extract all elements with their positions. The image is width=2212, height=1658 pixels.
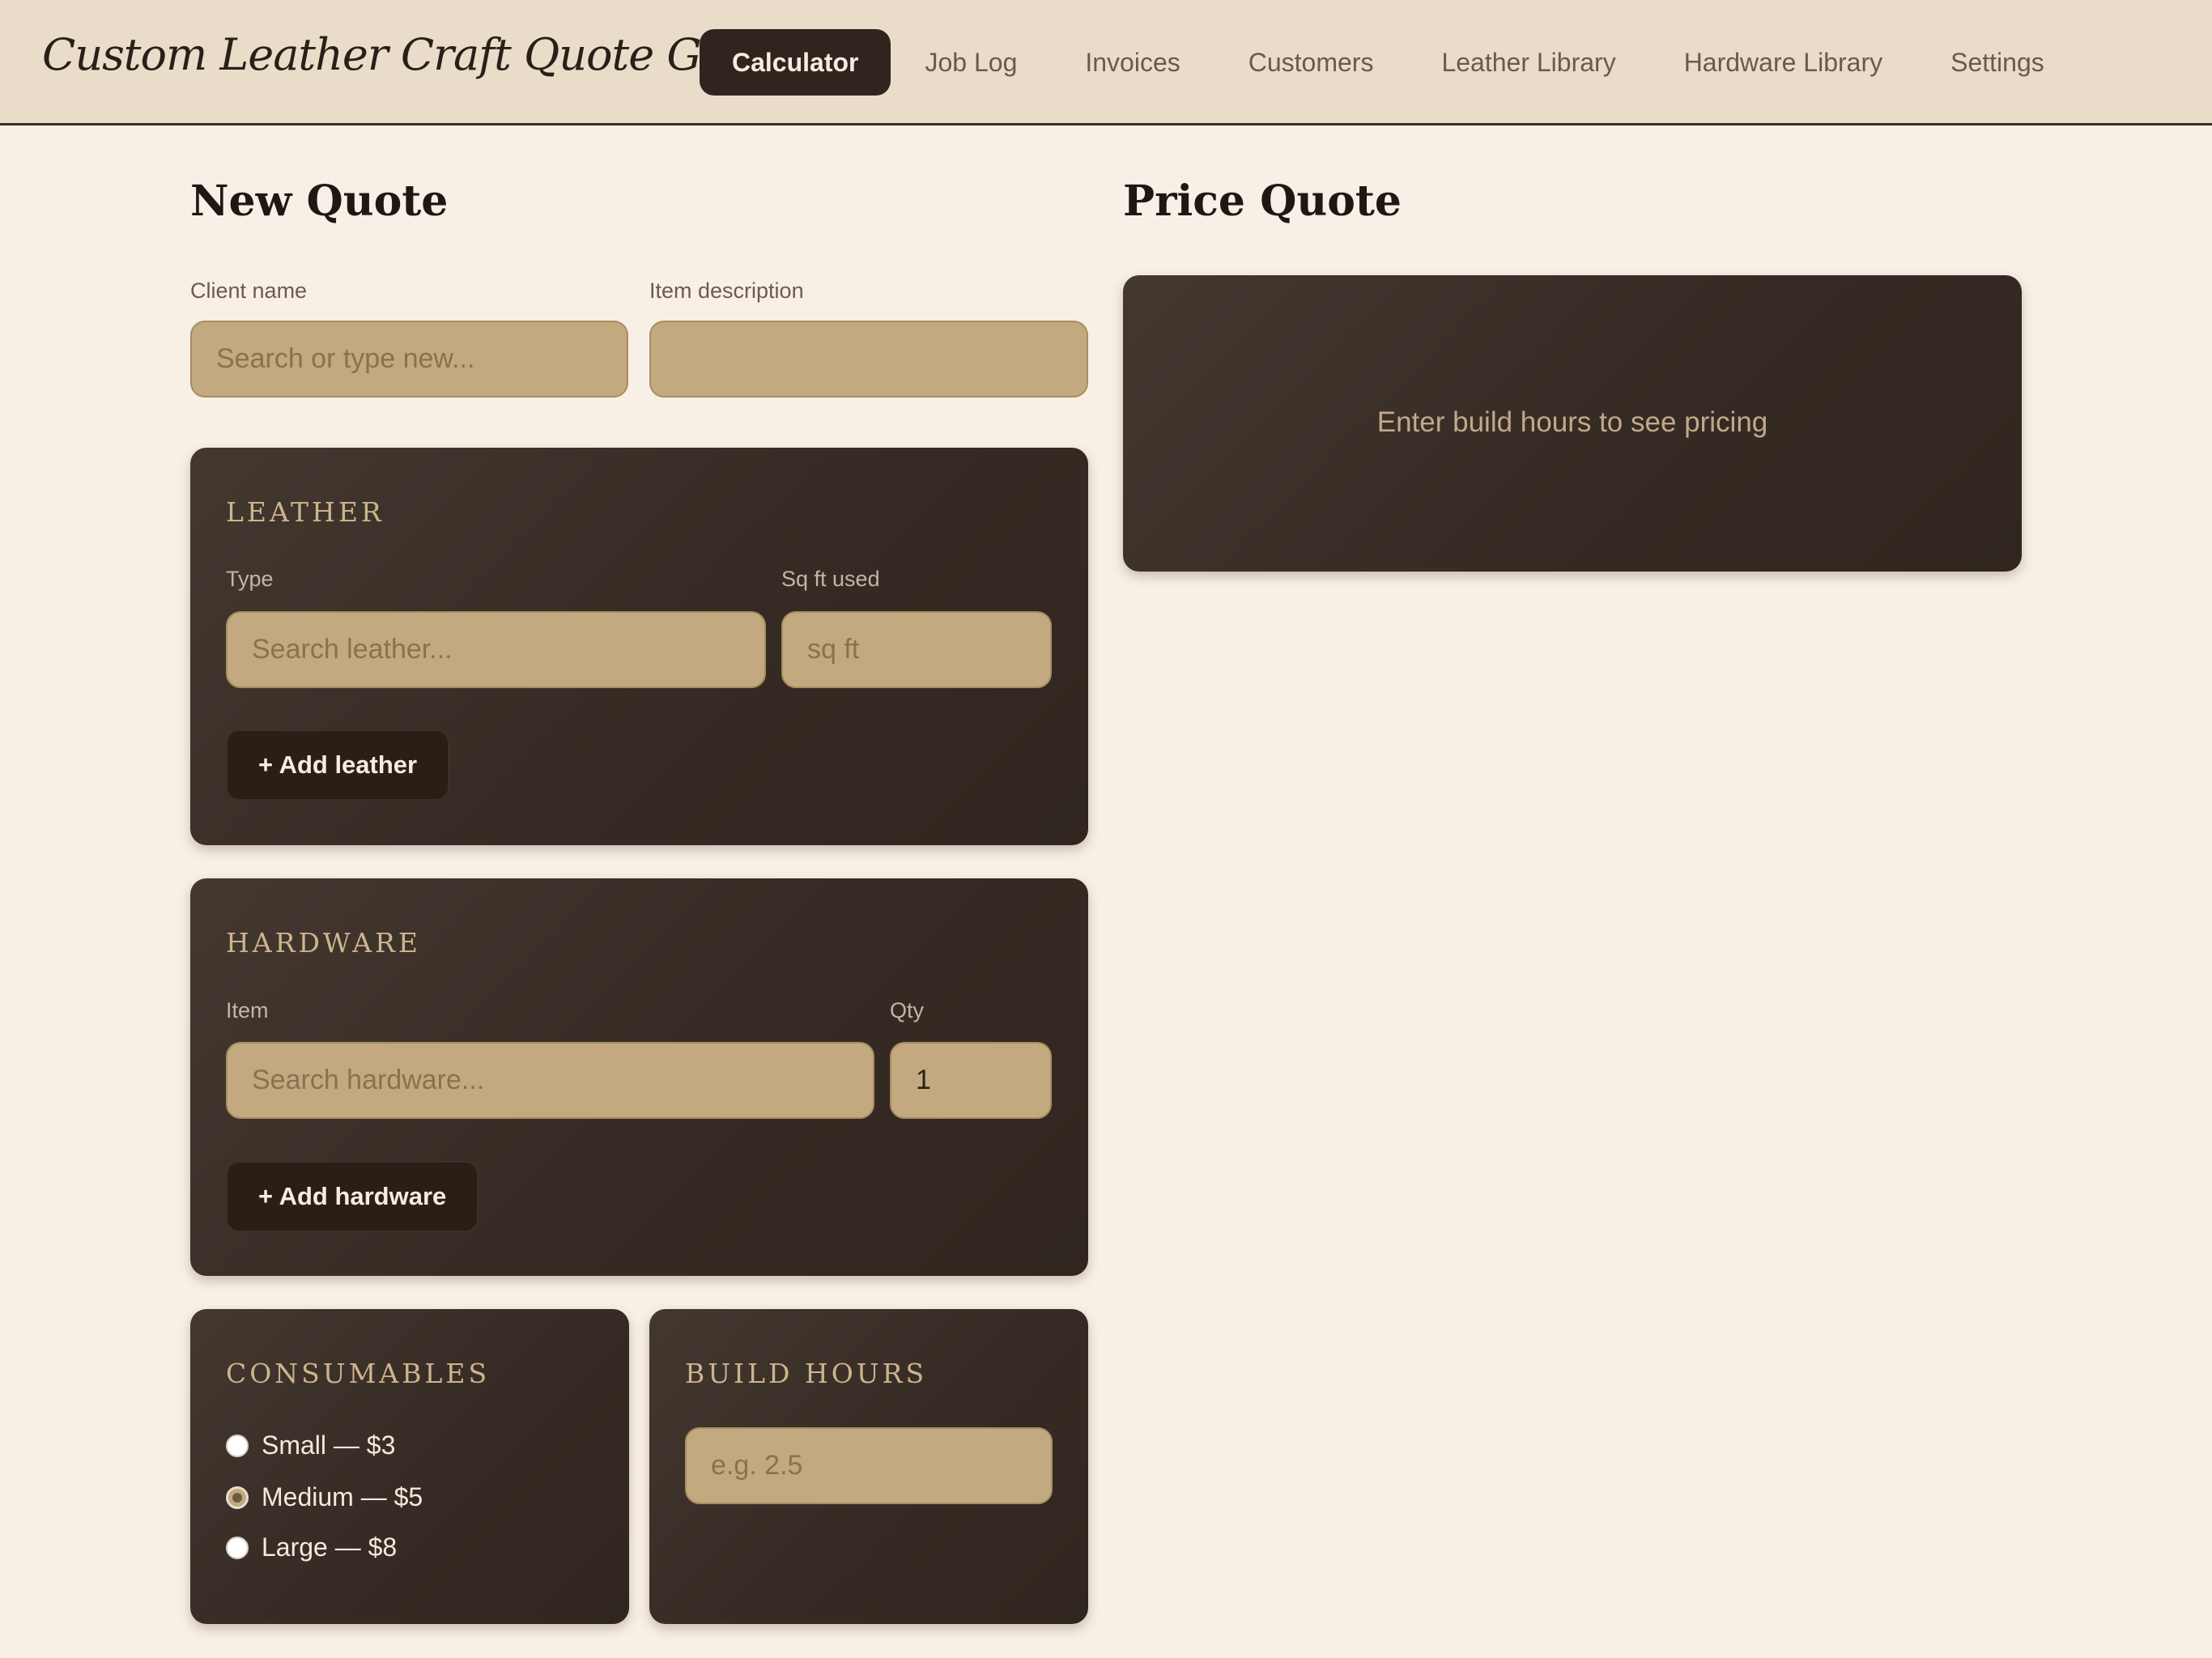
price-quote-empty-message: Enter build hours to see pricing [1376, 406, 1768, 438]
item-description-label: Item description [649, 278, 804, 303]
leather-sqft-label: Sq ft used [781, 567, 880, 591]
new-quote-heading: New Quote [190, 176, 449, 226]
hardware-item-input[interactable] [226, 1042, 874, 1119]
tab-hardware-library[interactable]: Hardware Library [1650, 29, 1916, 96]
top-navigation-bar: Custom Leather Craft Quote Generator Cal… [0, 0, 2212, 125]
leather-type-input[interactable] [226, 611, 766, 688]
consumables-option-large[interactable]: Large — $8 [226, 1533, 397, 1562]
item-description-input[interactable] [649, 321, 1088, 397]
consumables-card: CONSUMABLES Small — $3 Medium — $5 Large… [190, 1309, 629, 1624]
add-hardware-button[interactable]: + Add hardware [226, 1161, 479, 1232]
build-hours-card-title: BUILD HOURS [685, 1358, 928, 1389]
leather-card: LEATHER Type Sq ft used + Add leather [190, 448, 1088, 845]
tab-customers[interactable]: Customers [1214, 29, 1408, 96]
tab-settings[interactable]: Settings [1916, 29, 2078, 96]
hardware-qty-input[interactable] [890, 1042, 1052, 1119]
leather-card-title: LEATHER [226, 496, 385, 528]
consumables-option-label: Large — $8 [262, 1533, 398, 1562]
main-nav: Calculator Job Log Invoices Customers Le… [700, 29, 2078, 96]
consumables-card-title: CONSUMABLES [226, 1358, 491, 1389]
tab-invoices[interactable]: Invoices [1051, 29, 1214, 96]
consumables-option-label: Small — $3 [262, 1431, 396, 1460]
hardware-card-title: HARDWARE [226, 927, 421, 959]
tab-job-log[interactable]: Job Log [891, 29, 1051, 96]
radio-button[interactable] [226, 1536, 249, 1559]
radio-button-selected[interactable] [226, 1486, 249, 1509]
client-name-label: Client name [190, 278, 308, 303]
tab-calculator[interactable]: Calculator [700, 29, 891, 96]
price-quote-heading: Price Quote [1123, 176, 1402, 226]
hardware-item-label: Item [226, 998, 269, 1022]
hardware-card: HARDWARE Item Qty + Add hardware [190, 878, 1088, 1276]
consumables-option-small[interactable]: Small — $3 [226, 1431, 395, 1460]
build-hours-input[interactable] [685, 1427, 1053, 1504]
build-hours-card: BUILD HOURS [649, 1309, 1088, 1624]
leather-type-label: Type [226, 567, 274, 591]
radio-button[interactable] [226, 1434, 249, 1457]
add-leather-button[interactable]: + Add leather [226, 729, 450, 801]
price-quote-panel: Enter build hours to see pricing [1123, 275, 2022, 572]
client-name-input[interactable] [190, 321, 628, 397]
tab-leather-library[interactable]: Leather Library [1407, 29, 1649, 96]
leather-sqft-input[interactable] [781, 611, 1052, 688]
consumables-option-label: Medium — $5 [262, 1482, 423, 1511]
hardware-qty-label: Qty [890, 998, 925, 1022]
consumables-option-medium[interactable]: Medium — $5 [226, 1482, 423, 1512]
